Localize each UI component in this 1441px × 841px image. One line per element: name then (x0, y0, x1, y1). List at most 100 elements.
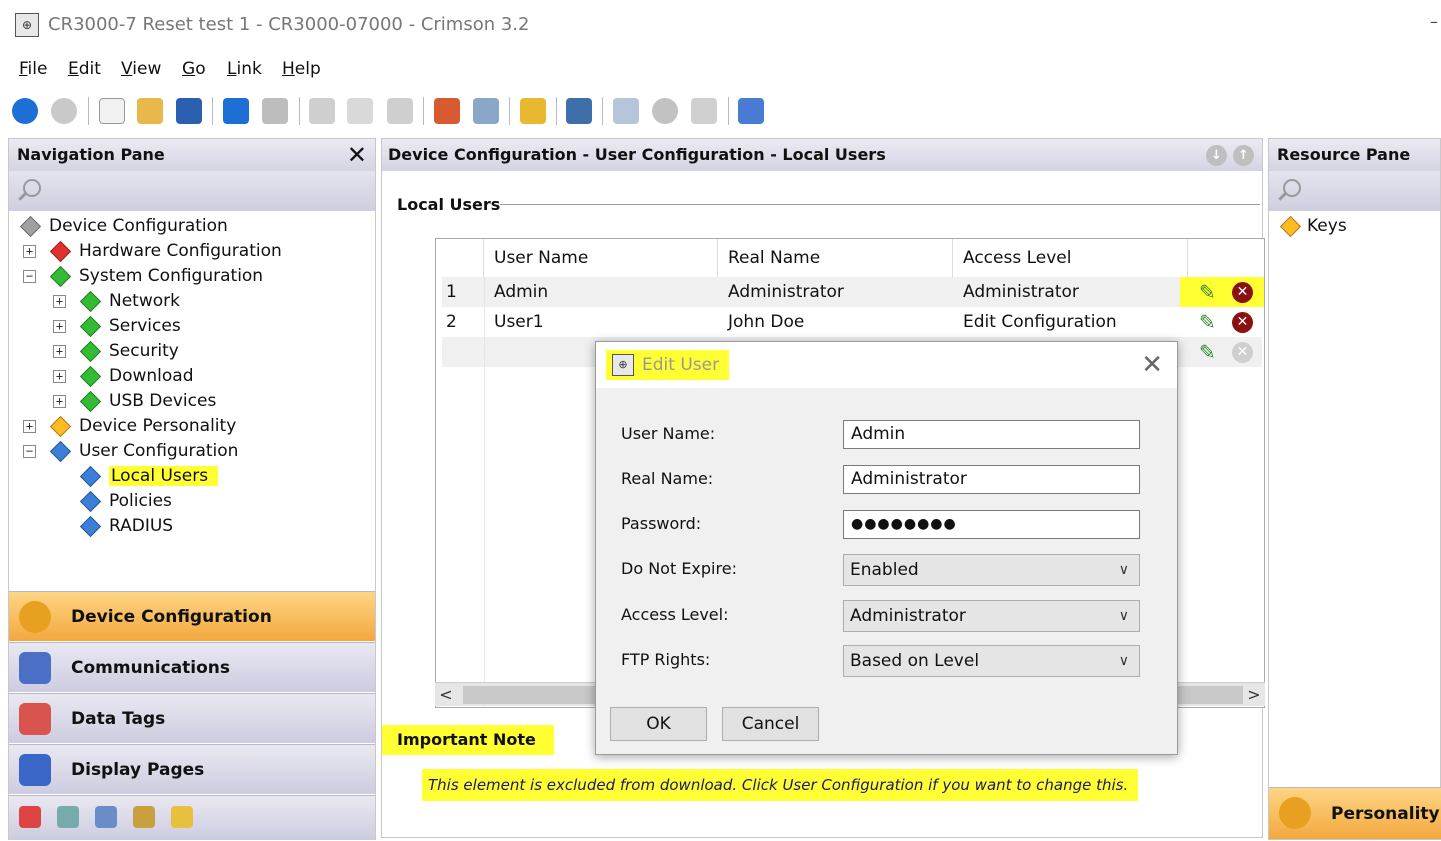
ok-button[interactable]: OK (610, 707, 707, 741)
open-icon[interactable] (137, 98, 163, 124)
menu-help[interactable]: Help (282, 59, 321, 79)
tree-item-policies[interactable]: Policies (109, 489, 172, 514)
find-icon[interactable] (473, 98, 499, 124)
globe-icon[interactable] (652, 98, 678, 124)
expand-icon[interactable]: + (23, 245, 36, 258)
access-level-select[interactable]: Administrator ∨ (843, 600, 1140, 632)
tree-item-network[interactable]: Network (109, 289, 180, 314)
next-item-icon[interactable]: ↑ (1233, 145, 1254, 166)
menu-link[interactable]: Link (227, 59, 262, 79)
collapse-icon[interactable]: − (23, 270, 36, 283)
tree-item-device-configuration[interactable]: Device Configuration (49, 214, 228, 239)
search-icon[interactable] (1283, 179, 1301, 197)
collapse-icon[interactable]: − (23, 445, 36, 458)
category-display-pages[interactable]: Display Pages (9, 744, 375, 794)
menu-view[interactable]: View (121, 59, 161, 79)
new-icon[interactable] (99, 98, 125, 124)
search-icon[interactable] (23, 179, 41, 197)
real-name-label: Real Name: (621, 469, 714, 488)
tree-item-radius[interactable]: RADIUS (109, 514, 173, 539)
copy-icon[interactable] (347, 98, 373, 124)
menu-bar: File Edit View Go Link Help (0, 54, 1441, 84)
window-title: CR3000-7 Reset test 1 - CR3000-07000 - C… (48, 14, 530, 35)
tree-item-hardware-configuration[interactable]: Hardware Configuration (79, 239, 282, 264)
diamond-icon (49, 415, 72, 438)
delete-icon[interactable]: ✕ (1232, 312, 1253, 333)
monitor-icon[interactable] (566, 98, 592, 124)
tree-item-local-users[interactable]: Local Users (109, 464, 219, 489)
tree-item-device-personality[interactable]: Device Personality (79, 414, 236, 439)
column-header-number (436, 239, 484, 277)
tree-item-system-configuration[interactable]: System Configuration (79, 264, 263, 289)
link-icon[interactable] (520, 98, 546, 124)
save-icon[interactable] (176, 98, 202, 124)
minimize-button[interactable]: – (1430, 12, 1438, 31)
redo-icon[interactable] (262, 98, 288, 124)
expand-icon[interactable]: + (53, 370, 66, 383)
programs-icon[interactable] (19, 806, 41, 828)
search-doc-icon[interactable] (613, 98, 639, 124)
paste-icon[interactable] (387, 98, 413, 124)
expand-icon[interactable]: + (53, 345, 66, 358)
real-name-input[interactable]: Administrator (843, 465, 1140, 494)
table-row[interactable] (442, 277, 1262, 307)
expand-icon[interactable]: + (53, 395, 66, 408)
tree-item-download[interactable]: Download (109, 364, 194, 389)
category-communications[interactable]: Communications (9, 642, 375, 692)
category-data-tags[interactable]: Data Tags (9, 693, 375, 743)
users-icon[interactable] (133, 806, 155, 828)
column-header-access-level[interactable]: Access Level (953, 239, 1188, 277)
expand-icon[interactable]: + (53, 320, 66, 333)
image-icon[interactable] (95, 806, 117, 828)
cut-icon[interactable] (309, 98, 335, 124)
scroll-left-icon[interactable]: < (435, 683, 457, 707)
previous-item-icon[interactable]: ↓ (1206, 145, 1227, 166)
database-icon[interactable] (171, 806, 193, 828)
diamond-icon (19, 215, 42, 238)
menu-go[interactable]: Go (182, 59, 206, 79)
resource-pane: Resource Pane Keys Personality (1268, 138, 1441, 840)
navigation-pane-header: Navigation Pane ✕ (9, 139, 375, 171)
find-all-icon[interactable] (434, 98, 460, 124)
user-name-input[interactable]: Admin (843, 420, 1140, 449)
table-row[interactable] (442, 307, 1262, 337)
tree-item-security[interactable]: Security (109, 339, 179, 364)
edit-icon[interactable]: ✎ (1199, 341, 1221, 363)
expand-icon[interactable]: + (23, 420, 36, 433)
close-icon[interactable]: ✕ (347, 141, 367, 169)
delete-icon[interactable]: ✕ (1232, 282, 1253, 303)
display-pages-icon (19, 754, 51, 786)
breadcrumb: Device Configuration - User Configuratio… (388, 145, 886, 164)
back-icon[interactable] (12, 98, 38, 124)
scroll-right-icon[interactable]: > (1243, 683, 1265, 707)
undo-icon[interactable] (223, 98, 249, 124)
menu-file[interactable]: File (19, 59, 47, 79)
dialog-close-icon[interactable]: ✕ (1141, 350, 1163, 380)
delete-icon: ✕ (1232, 342, 1253, 363)
category-personality[interactable]: Personality (1269, 787, 1441, 839)
edit-icon[interactable]: ✎ (1199, 281, 1221, 303)
password-input[interactable]: ●●●●●●●● (843, 510, 1140, 539)
column-header-real-name[interactable]: Real Name (718, 239, 953, 277)
nav-search-bar[interactable] (9, 171, 375, 211)
forward-icon[interactable] (51, 98, 77, 124)
resource-item-keys[interactable]: Keys (1307, 214, 1347, 239)
column-header-user-name[interactable]: User Name (484, 239, 718, 277)
do-not-expire-select[interactable]: Enabled ∨ (843, 554, 1140, 586)
ftp-rights-select[interactable]: Based on Level ∨ (843, 645, 1140, 677)
tree-item-user-configuration[interactable]: User Configuration (79, 439, 238, 464)
cell-real-name: John Doe (728, 312, 805, 332)
diamond-icon (49, 265, 72, 288)
print-icon[interactable] (691, 98, 717, 124)
tree-item-services[interactable]: Services (109, 314, 181, 339)
cancel-button[interactable]: Cancel (722, 707, 819, 741)
category-device-configuration[interactable]: Device Configuration (9, 591, 375, 641)
edit-icon[interactable]: ✎ (1199, 311, 1221, 333)
expand-icon[interactable]: + (53, 295, 66, 308)
web-server-icon[interactable] (57, 806, 79, 828)
pin-icon[interactable] (738, 98, 764, 124)
menu-edit[interactable]: Edit (68, 59, 101, 79)
resource-search-bar[interactable] (1269, 171, 1440, 211)
tree-item-usb-devices[interactable]: USB Devices (109, 389, 216, 414)
toolbar (0, 88, 1441, 132)
